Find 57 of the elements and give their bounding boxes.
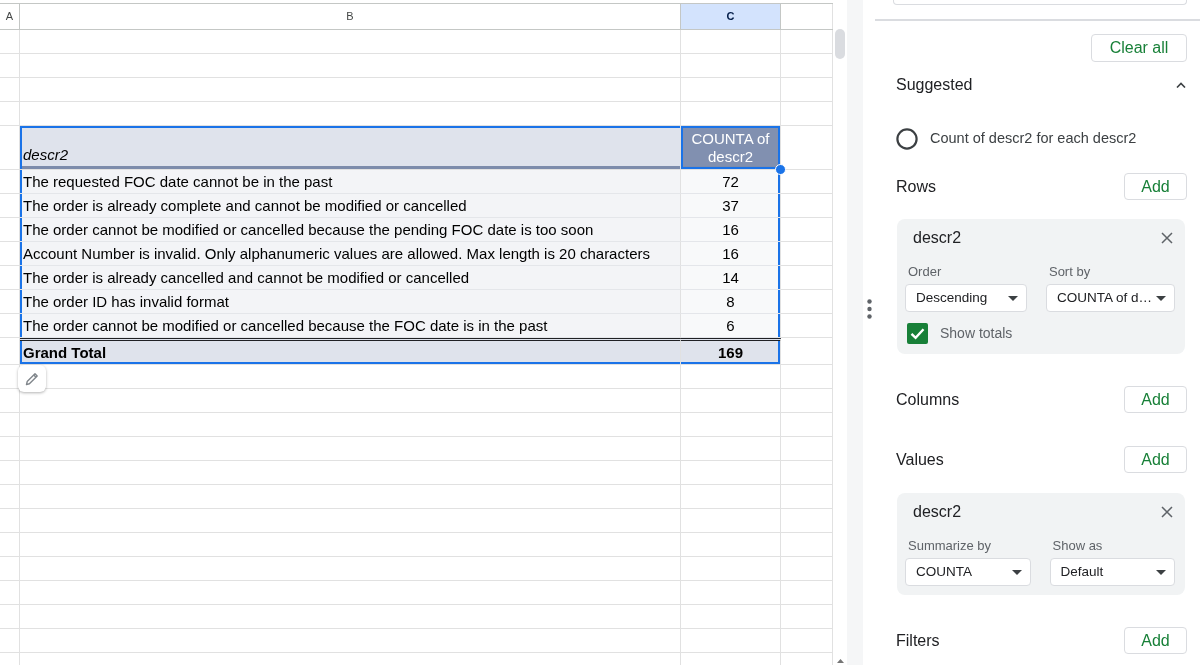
table-cell: 37 [681,194,781,218]
caret-icon [1156,295,1166,301]
column-header[interactable]: C [681,4,781,30]
field-name: descr2 [913,228,962,248]
add-button[interactable]: Add [1124,627,1187,654]
table-cell: 72 [681,170,781,194]
add-button[interactable]: Add [1124,446,1187,473]
add-button[interactable]: Add [1124,173,1187,200]
field-label: Sort by [1047,264,1092,280]
chevron-up-icon[interactable] [1176,82,1186,88]
dropdown[interactable]: Default [1049,558,1175,586]
section-title: Rows [896,176,936,197]
section-title: Filters [896,630,940,651]
table-cell: 6 [681,314,781,338]
table-cell: Account Number is invalid. Only alphanumeric values are allowed. Max length is 20 characters [20,242,681,266]
table-cell: The order cannot be modified or cancelled because the FOC date is in the past [20,314,681,338]
pencil-icon [24,370,40,387]
suggestion-label: Count of descr2 for each descr2 [930,129,1137,149]
close-icon[interactable] [1161,232,1173,244]
table-cell: The order ID has invalid format [20,290,681,314]
field-label: Summarize by [907,538,993,554]
caret-icon [1007,295,1018,301]
table-cell: The order cannot be modified or cancelled because the pending FOC date is too soon [20,218,681,242]
dropdown[interactable]: COUNTA [905,558,1031,586]
scrollbar-thumb[interactable] [835,29,845,59]
close-icon[interactable] [1161,506,1173,518]
column-header[interactable]: A [0,4,20,30]
table-header-cell[interactable]: descr2 [20,126,681,170]
scroll-arrow-icon[interactable] [836,659,844,663]
column-header[interactable]: B [20,4,681,30]
radio-button[interactable] [896,128,918,150]
table-cell: 169 [681,338,781,365]
table-cell: The requested FOC date cannot be in the past [20,170,681,194]
caret-icon [1156,569,1166,575]
vertical-dots-icon[interactable] [867,299,872,319]
field-label: Order [907,264,943,280]
checkbox-label: Show totals [940,324,1013,343]
table-cell: 8 [681,290,781,314]
spreadsheet-grid[interactable] [0,0,833,665]
table-cell: The order is already complete and cannot be modified or cancelled [20,194,681,218]
dropdown[interactable]: Descending [905,284,1027,312]
table-cell: 16 [681,242,781,266]
clear-all-button[interactable]: Clear all [1091,34,1187,62]
checkbox[interactable] [907,323,928,344]
add-button[interactable]: Add [1124,386,1187,413]
input-field[interactable] [893,0,1187,5]
edit-button[interactable] [18,365,46,392]
section-title: Columns [896,389,960,410]
table-cell: 14 [681,266,781,290]
table-cell: 16 [681,218,781,242]
table-cell: The order is already cancelled and cannot be modified or cancelled [20,266,681,290]
section-title: Suggested [896,75,973,95]
field-name: descr2 [913,502,962,522]
dropdown[interactable]: COUNTA of d… [1045,284,1175,312]
field-label: Show as [1051,538,1104,554]
section-title: Values [896,449,944,470]
caret-icon [1011,569,1022,575]
